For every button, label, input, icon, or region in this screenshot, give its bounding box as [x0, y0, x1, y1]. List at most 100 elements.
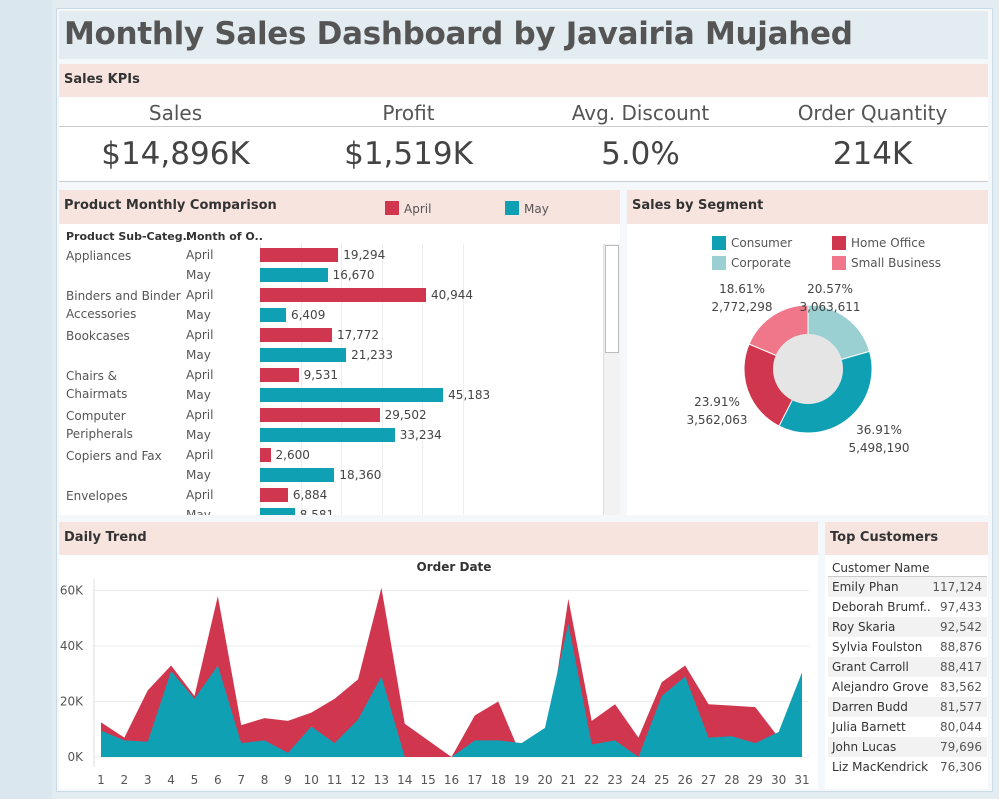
- customer-row[interactable]: Deborah Brumf.. 97,433: [828, 597, 987, 617]
- customers-col-header: Customer Name: [832, 561, 930, 575]
- segment-header: Sales by Segment: [627, 190, 988, 224]
- bar-may[interactable]: [260, 268, 328, 282]
- month-label: May: [186, 508, 211, 515]
- kpi-sales-value: $14,896K: [101, 136, 250, 172]
- customer-sales: 76,306: [940, 760, 982, 774]
- month-label: May: [186, 268, 211, 282]
- x-tick-label: 12: [350, 773, 365, 787]
- month-label: May: [186, 388, 211, 402]
- x-tick-label: 27: [701, 773, 716, 787]
- month-label: April: [186, 488, 214, 502]
- category-label: Chairs & Chairmats: [66, 369, 128, 401]
- bar-april[interactable]: [260, 248, 339, 262]
- month-label: April: [186, 328, 214, 342]
- bar-april[interactable]: [260, 328, 333, 342]
- customer-row[interactable]: Emily Phan 117,124: [828, 577, 987, 597]
- x-tick-label: 16: [444, 773, 459, 787]
- bar-value-label: 33,234: [399, 428, 442, 442]
- trend-x-title: Order Date: [417, 560, 492, 574]
- customer-row[interactable]: Liz MacKendrick 76,306: [828, 757, 987, 777]
- bar-may[interactable]: [260, 308, 286, 322]
- customer-name: Deborah Brumf..: [832, 600, 931, 614]
- bar-value-label: 19,294: [343, 248, 386, 262]
- x-tick-label: 24: [631, 773, 646, 787]
- customer-name: Roy Skaria: [832, 620, 896, 634]
- bar-april[interactable]: [260, 488, 288, 502]
- customer-name: Emily Phan: [832, 580, 899, 594]
- customer-row[interactable]: Darren Budd 81,577: [828, 697, 987, 717]
- x-tick-label: 21: [561, 773, 576, 787]
- y-tick-label: 40K: [60, 639, 84, 653]
- customer-name: Alejandro Grove: [832, 680, 929, 694]
- bar-april[interactable]: [260, 288, 426, 302]
- donut-chart: 20.57% 3,063,611 18.61% 2,772,298 23.91%…: [686, 282, 909, 455]
- legend-may-swatch: [505, 201, 519, 215]
- x-tick-label: 8: [261, 773, 269, 787]
- label-small-val: 2,772,298: [711, 300, 772, 314]
- bar-april[interactable]: [260, 408, 380, 422]
- bar-value-label: 40,944: [431, 288, 473, 302]
- category-label: Appliances: [66, 249, 132, 263]
- customer-row[interactable]: Sylvia Foulston 88,876: [828, 637, 987, 657]
- customer-name: John Lucas: [832, 740, 897, 754]
- month-label: April: [186, 448, 214, 462]
- month-label: April: [186, 248, 214, 262]
- left-sidebar: [0, 0, 52, 799]
- y-tick-label: 0K: [67, 750, 84, 764]
- customers-header: Top Customers: [825, 522, 988, 555]
- kpi-header: Sales KPIs: [59, 64, 988, 97]
- bar-value-label: 2,600: [275, 448, 310, 462]
- customer-row[interactable]: Julia Barnett 80,044: [828, 717, 987, 737]
- category-label: Copiers and Fax: [66, 449, 162, 463]
- category-label: Bookcases: [66, 329, 130, 343]
- kpi-quantity-value: 214K: [832, 136, 913, 172]
- customer-sales: 83,562: [940, 680, 982, 694]
- bar-may[interactable]: [260, 508, 295, 515]
- x-tick-label: 31: [794, 773, 809, 787]
- customer-row[interactable]: Roy Skaria 92,542: [828, 617, 987, 637]
- bar-value-label: 45,183: [448, 388, 491, 402]
- label-consumer-pct: 36.91%: [856, 423, 902, 437]
- bar-april[interactable]: [260, 448, 271, 462]
- product-header-text: Product Monthly Comparison: [64, 198, 277, 213]
- x-tick-label: 17: [467, 773, 482, 787]
- x-tick-label: 30: [771, 773, 786, 787]
- bar-may[interactable]: [260, 388, 444, 402]
- bar-april[interactable]: [260, 368, 299, 382]
- bar-may[interactable]: [260, 428, 395, 442]
- x-tick-label: 2: [121, 773, 129, 787]
- col-month-header: Month of O..: [186, 230, 263, 243]
- customer-sales: 92,542: [940, 620, 982, 634]
- y-tick-label: 60K: [60, 584, 84, 598]
- x-tick-label: 26: [678, 773, 693, 787]
- customer-name: Sylvia Foulston: [832, 640, 923, 654]
- customer-sales: 81,577: [940, 700, 982, 714]
- kpi-quantity-label: Order Quantity: [797, 101, 948, 125]
- x-tick-label: 9: [284, 773, 292, 787]
- kpi-sales-label: Sales: [148, 101, 203, 125]
- x-tick-label: 5: [191, 773, 199, 787]
- month-label: May: [186, 308, 211, 322]
- dashboard-title: Monthly Sales Dashboard by Javairia Muja…: [64, 16, 853, 52]
- x-tick-label: 25: [654, 773, 669, 787]
- x-tick-label: 23: [607, 773, 622, 787]
- kpi-profit-label: Profit: [382, 101, 435, 125]
- scrollbar-thumb[interactable]: [605, 245, 619, 353]
- customer-row[interactable]: Alejandro Grove 83,562: [828, 677, 987, 697]
- label-home-pct: 23.91%: [694, 395, 740, 409]
- kpi-discount-value: 5.0%: [601, 136, 680, 172]
- bar-may[interactable]: [260, 348, 347, 362]
- customer-row[interactable]: John Lucas 79,696: [828, 737, 987, 757]
- x-tick-label: 13: [374, 773, 389, 787]
- y-tick-label: 20K: [60, 695, 84, 709]
- label-consumer-val: 5,498,190: [848, 441, 909, 455]
- customer-row[interactable]: Grant Carroll 88,417: [828, 657, 987, 677]
- product-scrollbar[interactable]: [603, 244, 620, 515]
- legend-april-swatch: [385, 201, 399, 215]
- x-tick-label: 6: [214, 773, 222, 787]
- x-tick-label: 19: [514, 773, 529, 787]
- bar-may[interactable]: [260, 468, 335, 482]
- customer-sales: 117,124: [932, 580, 982, 594]
- bar-value-label: 17,772: [337, 328, 380, 342]
- customer-name: Julia Barnett: [832, 720, 906, 734]
